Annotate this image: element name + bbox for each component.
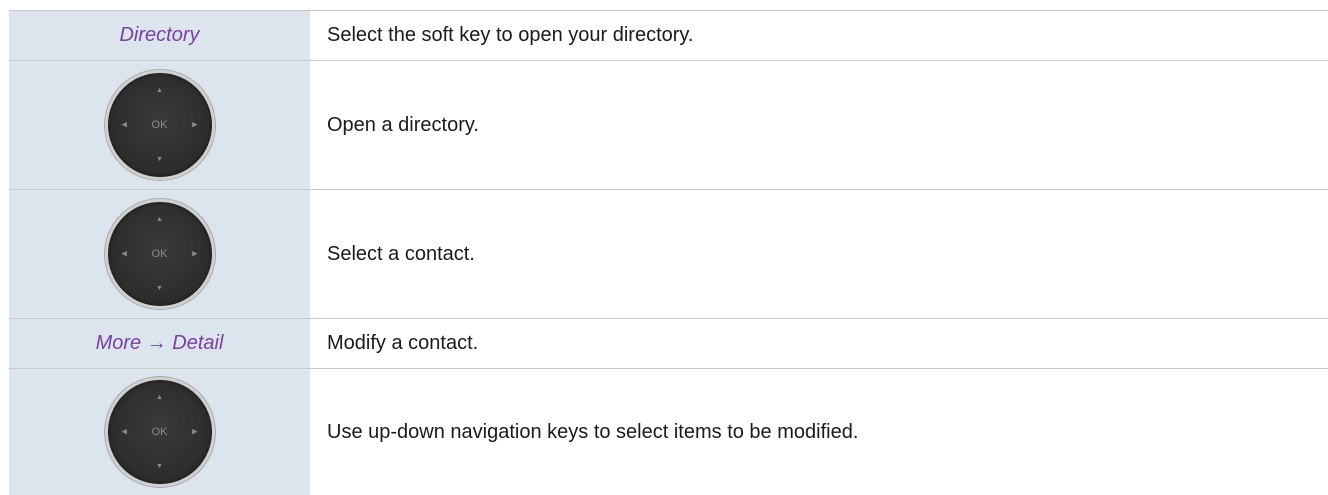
table-row: ▲ ▼ ◀ ▶ OK Use up-down navigation keys t… [9,369,1328,495]
key-cell: More → Detail [9,319,310,368]
instructions-table: Directory Select the soft key to open yo… [9,10,1328,495]
description-cell: Select the soft key to open your directo… [310,11,1328,60]
step-description: Select the soft key to open your directo… [327,24,694,46]
navigation-pad-icon: ▲ ▼ ◀ ▶ OK [104,70,215,180]
arrow-down-icon: ▼ [156,463,163,470]
description-cell: Use up-down navigation keys to select it… [310,369,1328,495]
key-cell: Directory [9,11,310,60]
table-row: Directory Select the soft key to open yo… [9,11,1328,61]
step-description: Select a contact. [327,242,475,265]
arrow-down-icon: ▼ [156,285,163,292]
key-cell: ▲ ▼ ◀ ▶ OK [9,190,310,318]
arrow-up-icon: ▲ [156,394,163,401]
step-description: Open a directory. [327,113,479,136]
more-detail-softkey-label: More → Detail [95,332,224,354]
arrow-up-icon: ▲ [156,87,163,94]
ok-key-label: OK [151,248,168,260]
directory-softkey-label: Directory [119,24,200,46]
arrow-up-icon: ▲ [156,216,163,223]
table-row: ▲ ▼ ◀ ▶ OK Open a directory. [9,61,1328,190]
arrow-down-icon: ▼ [156,156,163,163]
description-cell: Open a directory. [310,61,1328,189]
table-row: More → Detail Modify a contact. [9,319,1328,369]
description-cell: Select a contact. [310,190,1328,318]
navigation-pad-icon: ▲ ▼ ◀ ▶ OK [104,199,215,309]
ok-key-label: OK [151,426,168,438]
navigation-pad-icon: ▲ ▼ ◀ ▶ OK [104,377,215,487]
description-cell: Modify a contact. [310,319,1328,368]
step-description: Use up-down navigation keys to select it… [327,420,859,443]
ok-key-label: OK [151,119,168,131]
key-cell: ▲ ▼ ◀ ▶ OK [9,369,310,495]
table-row: ▲ ▼ ◀ ▶ OK Select a contact. [9,190,1328,319]
key-cell: ▲ ▼ ◀ ▶ OK [9,61,310,189]
step-description: Modify a contact. [327,332,479,354]
